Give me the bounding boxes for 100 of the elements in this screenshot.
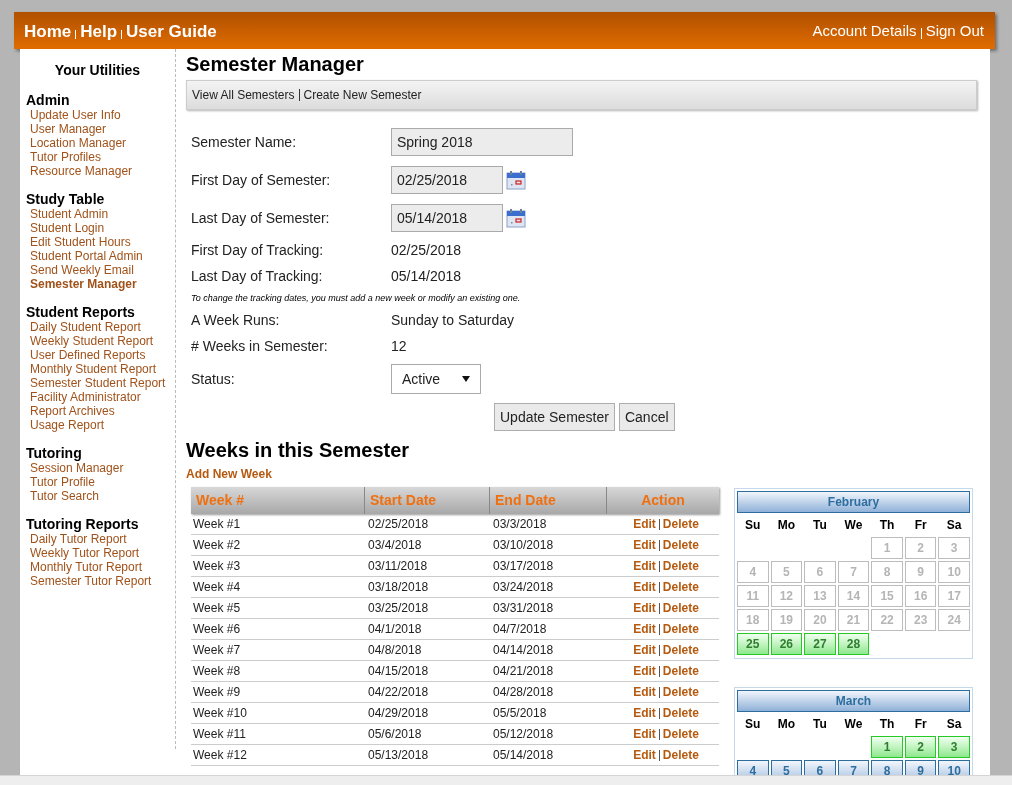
calendar-day[interactable]: 27: [804, 633, 836, 655]
row-action-link[interactable]: Delete: [662, 515, 699, 533]
calendar-day[interactable]: 9: [904, 760, 937, 775]
sidebar-link[interactable]: Monthly Tutor Report: [30, 560, 143, 574]
row-action-link[interactable]: Delete: [662, 704, 699, 722]
table-cell-text: 04/1/2018: [367, 621, 423, 638]
form-button[interactable]: Cancel: [618, 403, 675, 431]
row-action-link[interactable]: Delete: [662, 641, 699, 659]
table-cell-text: Week #6: [192, 621, 242, 638]
sidebar-link[interactable]: Semester Manager: [30, 277, 137, 291]
table-cell-text: Week #9: [192, 684, 242, 701]
calendar-day[interactable]: 7: [837, 760, 870, 775]
table-cell-text: 05/5/2018: [492, 705, 548, 722]
sidebar-link[interactable]: Update User Info: [30, 108, 121, 122]
nav-link[interactable]: Sign Out: [925, 20, 984, 43]
row-action-link[interactable]: Edit: [633, 620, 656, 638]
row-action-link[interactable]: Edit: [633, 704, 656, 722]
text-field[interactable]: Spring 2018: [391, 128, 573, 156]
row-action-link[interactable]: Edit: [633, 683, 656, 701]
calendar-day[interactable]: 3: [938, 736, 970, 758]
sidebar-link[interactable]: Student Admin: [30, 207, 109, 221]
calendar-day[interactable]: 26: [770, 633, 803, 655]
sidebar-link[interactable]: Weekly Tutor Report: [30, 546, 140, 560]
calendar-day[interactable]: 8: [871, 760, 903, 775]
calendar-day[interactable]: 2: [904, 736, 937, 758]
row-action-link[interactable]: Delete: [662, 620, 699, 638]
nav-link[interactable]: Help: [80, 18, 118, 45]
table-cell-text: 03/11/2018: [367, 558, 429, 575]
nav-link[interactable]: Home: [24, 18, 72, 45]
row-action-link[interactable]: Delete: [662, 557, 699, 575]
field-label: Semester Name:: [191, 132, 298, 152]
row-action-link[interactable]: Edit: [633, 536, 656, 554]
sidebar-link[interactable]: Semester Tutor Report: [30, 574, 152, 588]
weekday-label: Fr: [913, 716, 928, 733]
form-button[interactable]: Update Semester: [494, 403, 615, 431]
sidebar-link[interactable]: Student Portal Admin: [30, 249, 143, 263]
section-heading: Tutoring: [26, 446, 83, 461]
toolbar-link[interactable]: View All Semesters: [192, 86, 295, 104]
calendar-day[interactable]: 10: [938, 760, 970, 775]
calendar-day[interactable]: 6: [804, 760, 836, 775]
field-label: A Week Runs:: [191, 310, 281, 330]
sidebar-link[interactable]: Tutor Profiles: [30, 150, 101, 164]
sidebar-link[interactable]: User Manager: [30, 122, 107, 136]
calendar-day[interactable]: 4: [737, 760, 769, 775]
section-heading: Admin: [26, 93, 71, 108]
sidebar-link[interactable]: Resource Manager: [30, 164, 133, 178]
row-action-link[interactable]: Delete: [662, 599, 699, 617]
nav-link[interactable]: Account Details: [812, 20, 917, 43]
row-action-link[interactable]: Edit: [633, 515, 656, 533]
calendar-icon[interactable]: [506, 170, 526, 190]
sidebar-link[interactable]: Monthly Student Report: [30, 362, 157, 376]
row-action-link[interactable]: Delete: [662, 725, 699, 743]
row-action-link[interactable]: Edit: [633, 557, 656, 575]
table-cell-text: Week #12: [192, 747, 248, 764]
sidebar-link[interactable]: Daily Tutor Report: [30, 532, 127, 546]
row-action-link[interactable]: Edit: [633, 725, 656, 743]
calendar-icon[interactable]: [506, 208, 526, 228]
sidebar-link[interactable]: Weekly Student Report: [30, 334, 154, 348]
calendar-day[interactable]: 1: [871, 736, 903, 758]
sidebar-link[interactable]: User Defined Reports: [30, 348, 146, 362]
row-action-link[interactable]: Edit: [633, 641, 656, 659]
row-action-link[interactable]: Delete: [662, 662, 699, 680]
date-field[interactable]: 02/25/2018: [391, 166, 503, 194]
row-action-link[interactable]: Edit: [633, 578, 656, 596]
sidebar-link[interactable]: Tutor Profile: [30, 475, 95, 489]
table-cell-text: 03/4/2018: [367, 537, 423, 554]
sidebar-link[interactable]: Student Login: [30, 221, 105, 235]
calendar-day[interactable]: 5: [770, 760, 803, 775]
row-action-link[interactable]: Edit: [633, 746, 656, 764]
table-cell-text: Week #2: [192, 537, 242, 554]
sidebar-link[interactable]: Send Weekly Email: [30, 263, 134, 277]
calendar-day[interactable]: 28: [837, 633, 870, 655]
toolbar-link[interactable]: Create New Semester: [303, 86, 422, 104]
status-dropdown[interactable]: Active: [391, 364, 481, 394]
sidebar-link[interactable]: Usage Report: [30, 418, 105, 432]
sidebar-link[interactable]: Location Manager: [30, 136, 127, 150]
row-action-link[interactable]: Delete: [662, 536, 699, 554]
add-week-link[interactable]: Add New Week: [186, 465, 977, 483]
table-cell-text: 03/18/2018: [367, 579, 430, 596]
field-label: First Day of Semester:: [191, 170, 332, 190]
sidebar-link[interactable]: Tutor Search: [30, 489, 99, 503]
sidebar-link[interactable]: Edit Student Hours: [30, 235, 131, 249]
sidebar-link[interactable]: Daily Student Report: [30, 320, 141, 334]
calendar-month[interactable]: March: [737, 690, 970, 712]
table-cell-text: 02/25/2018: [367, 516, 430, 533]
sidebar-link[interactable]: Semester Student Report: [30, 376, 166, 390]
date-field[interactable]: 05/14/2018: [391, 204, 503, 232]
row-action-link[interactable]: Delete: [662, 578, 699, 596]
calendar-month[interactable]: February: [737, 491, 970, 513]
row-action-link[interactable]: Edit: [633, 662, 656, 680]
calendar-day[interactable]: 25: [737, 633, 769, 655]
nav-link[interactable]: User Guide: [126, 18, 217, 45]
sidebar-link[interactable]: Facility Administrator: [30, 390, 141, 404]
weekday-label: We: [843, 716, 864, 733]
sidebar-link[interactable]: Report Archives: [30, 404, 115, 418]
row-action-link[interactable]: Edit: [633, 599, 656, 617]
row-action-link[interactable]: Delete: [662, 746, 699, 764]
section-heading: Tutoring Reports: [26, 517, 140, 532]
row-action-link[interactable]: Delete: [662, 683, 699, 701]
sidebar-link[interactable]: Session Manager: [30, 461, 124, 475]
